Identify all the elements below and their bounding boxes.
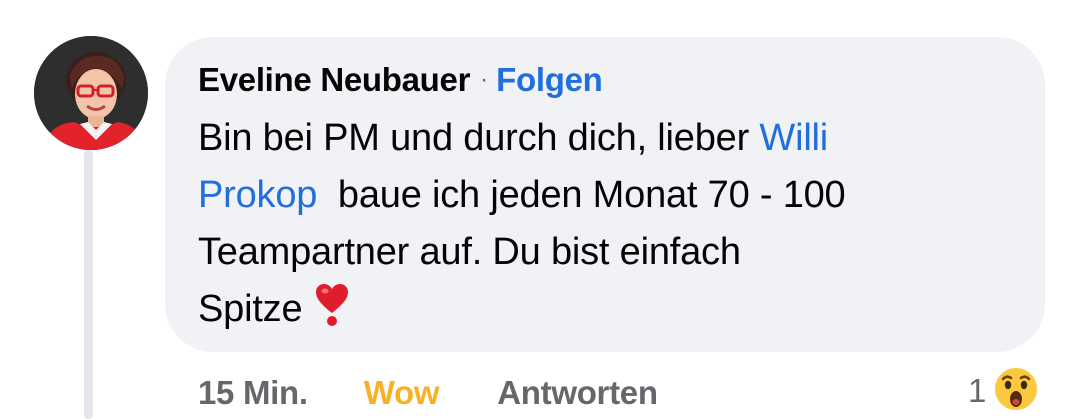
reply-thread-line xyxy=(84,150,93,419)
comment-text-segment: Bin bei PM und durch dich, lieber xyxy=(198,117,760,159)
comment-line-4: Spitze xyxy=(198,281,1018,344)
reaction-count: 1 xyxy=(968,372,987,409)
comment-text: Bin bei PM und durch dich, lieber Willi … xyxy=(198,110,1018,344)
comment-text-segment: baue ich jeden Monat 70 - 100 xyxy=(317,174,846,216)
avatar[interactable] xyxy=(34,36,148,150)
reaction-summary[interactable]: 1 xyxy=(968,365,1040,417)
follow-button[interactable]: Folgen xyxy=(496,61,603,99)
reaction-button-wow[interactable]: Wow xyxy=(364,374,440,412)
comment-line-3: Teampartner auf. Du bist einfach xyxy=(198,231,741,273)
comment-text-segment: Spitze xyxy=(198,288,303,330)
wow-reaction-icon xyxy=(992,365,1040,418)
author-name[interactable]: Eveline Neubauer xyxy=(198,61,470,99)
comment-actions: 15 Min. Wow Antworten xyxy=(198,370,658,416)
comment-line-2: Prokop baue ich jeden Monat 70 - 100 xyxy=(198,167,1018,224)
header-separator: · xyxy=(480,66,489,93)
reply-button[interactable]: Antworten xyxy=(497,374,658,412)
comment-line-1: Bin bei PM und durch dich, lieber Willi xyxy=(198,110,1018,167)
timestamp[interactable]: 15 Min. xyxy=(198,374,308,412)
mention-link-last[interactable]: Prokop xyxy=(198,174,317,216)
mention-link-first[interactable]: Willi xyxy=(759,117,828,159)
comment-thread: Eveline Neubauer · Folgen Bin bei PM und… xyxy=(0,0,1079,419)
comment-header: Eveline Neubauer · Folgen xyxy=(198,58,603,102)
red-heart-exclamation-icon xyxy=(314,283,350,344)
